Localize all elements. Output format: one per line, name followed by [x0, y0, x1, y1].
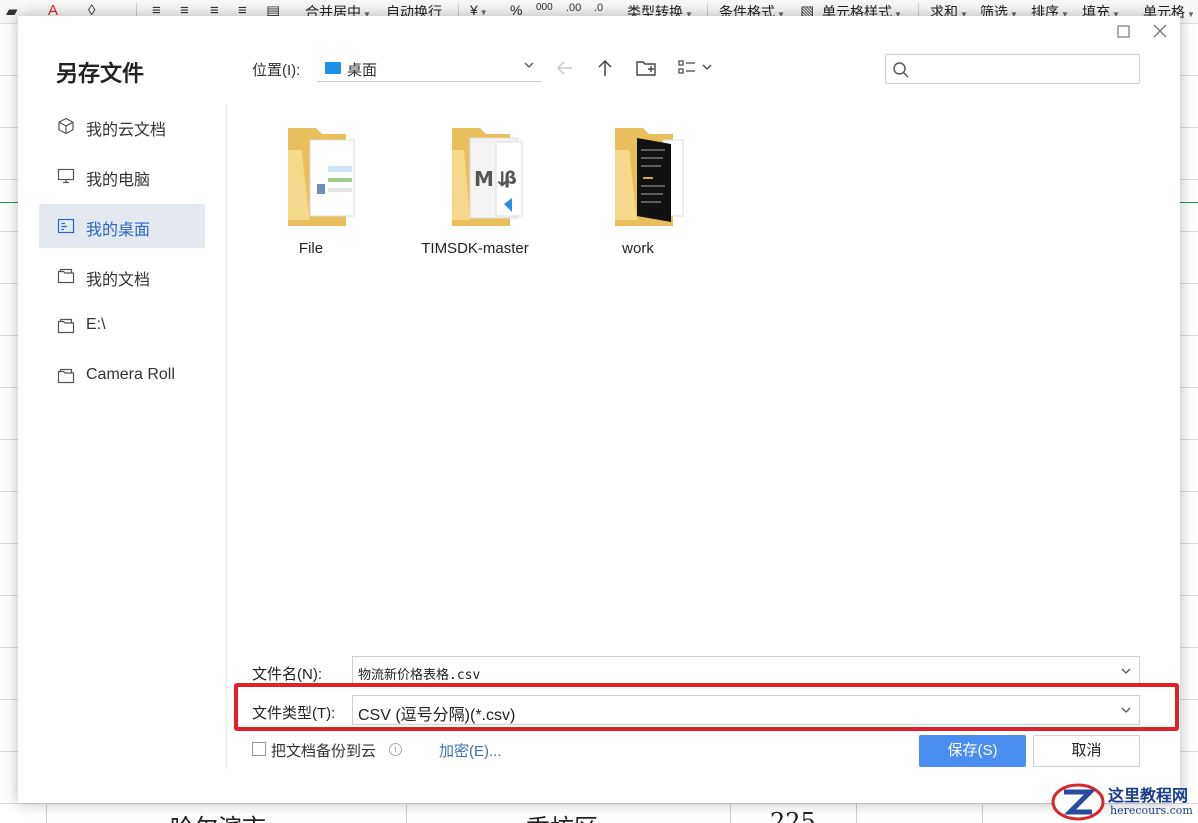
column-divider	[46, 800, 47, 823]
documents-icon	[57, 268, 75, 284]
maximize-icon[interactable]	[1112, 20, 1134, 42]
chevron-down-icon[interactable]	[1119, 664, 1133, 678]
view-mode-icon[interactable]	[676, 56, 716, 80]
column-divider	[982, 800, 983, 823]
selection-line	[1180, 202, 1198, 203]
save-as-dialog: 另存文件 我的云文档 我的电脑 我的桌面 我的文档 E:\ Camera Rol…	[18, 16, 1180, 803]
desktop-icon	[57, 218, 75, 234]
folder-item-file[interactable]: File	[246, 126, 376, 276]
sidebar-item-desktop[interactable]: 我的桌面	[39, 204, 205, 248]
sidebar: 另存文件 我的云文档 我的电脑 我的桌面 我的文档 E:\ Camera Rol…	[18, 16, 226, 803]
watermark: 这里教程网 herecours.com	[1050, 778, 1198, 823]
close-icon[interactable]	[1149, 20, 1171, 42]
desktop-folder-icon	[325, 62, 341, 74]
folder-thumbnail-icon	[288, 128, 355, 226]
thousands-button[interactable]: 000	[536, 2, 553, 13]
back-arrow-icon[interactable]	[553, 56, 577, 80]
sidebar-item-camera-roll[interactable]: Camera Roll	[39, 354, 205, 398]
sidebar-item-label: 我的桌面	[86, 222, 151, 239]
increase-decimal-icon[interactable]: .00	[566, 2, 581, 14]
file-name: TIMSDK-master	[421, 240, 529, 257]
dialog-title: 另存文件	[56, 61, 145, 86]
folder-thumbnail-icon	[615, 128, 684, 226]
highlight-annotation	[234, 683, 1179, 731]
sidebar-item-drive-e[interactable]: E:\	[39, 304, 205, 348]
backup-label[interactable]: 把文档备份到云	[271, 740, 376, 761]
cloud-cube-icon	[58, 117, 74, 135]
column-divider	[406, 800, 407, 823]
location-value: 桌面	[347, 62, 378, 79]
filename-label: 文件名(N):	[252, 666, 322, 683]
drive-folder-icon	[57, 318, 75, 334]
sidebar-item-label: 我的云文档	[86, 122, 167, 139]
sidebar-item-label: E:\	[86, 316, 106, 333]
sidebar-item-label: 我的电脑	[86, 172, 151, 189]
encrypt-link[interactable]: 加密(E)...	[439, 740, 502, 761]
up-arrow-icon[interactable]	[593, 56, 617, 80]
filename-value[interactable]: 物流新价格表格.csv	[358, 664, 480, 683]
file-name: work	[622, 240, 654, 257]
watermark-title: 这里教程网	[1108, 786, 1189, 805]
selection-line	[0, 202, 18, 203]
sheet-cell-city[interactable]: 哈尔滨市	[170, 808, 266, 823]
sheet-cell-district[interactable]: 香坊区	[526, 808, 598, 823]
folder-item-timsdk-master[interactable]: M↓ β TIMSDK-master	[410, 126, 540, 276]
sidebar-item-documents[interactable]: 我的文档	[39, 254, 205, 298]
svg-text:β: β	[504, 168, 517, 189]
sidebar-item-label: Camera Roll	[86, 366, 175, 383]
folder-thumbnail-icon: M↓ β	[452, 128, 523, 226]
backup-checkbox[interactable]	[252, 742, 266, 756]
sidebar-item-computer[interactable]: 我的电脑	[39, 154, 205, 198]
location-label: 位置(I):	[252, 62, 301, 79]
decrease-decimal-icon[interactable]: .0	[594, 2, 603, 14]
save-button[interactable]: 保存(S)	[919, 735, 1026, 767]
sidebar-item-label: 我的文档	[86, 272, 151, 289]
folder-icon	[57, 368, 75, 384]
search-input[interactable]	[914, 59, 1134, 79]
watermark-logo-icon	[1051, 783, 1105, 821]
sheet-cell-number[interactable]: 225	[770, 808, 816, 823]
location-dropdown[interactable]: 桌面	[317, 54, 542, 82]
folder-item-work[interactable]: work	[573, 126, 703, 276]
sidebar-divider	[226, 104, 227, 769]
watermark-subtitle: herecours.com	[1110, 804, 1193, 817]
filename-field[interactable]: 物流新价格表格.csv	[352, 656, 1140, 686]
column-divider	[730, 800, 731, 823]
cancel-button[interactable]: 取消	[1033, 735, 1140, 767]
file-name: File	[298, 240, 324, 257]
new-folder-icon[interactable]	[634, 56, 658, 80]
column-divider	[856, 800, 857, 823]
search-icon	[893, 62, 909, 78]
fill-color-icon[interactable]: ▰	[6, 2, 18, 20]
computer-icon	[57, 168, 75, 184]
search-box[interactable]	[885, 54, 1140, 84]
chevron-down-icon	[524, 62, 534, 68]
sidebar-item-cloud-docs[interactable]: 我的云文档	[39, 104, 205, 148]
info-icon[interactable]: i	[389, 743, 402, 756]
